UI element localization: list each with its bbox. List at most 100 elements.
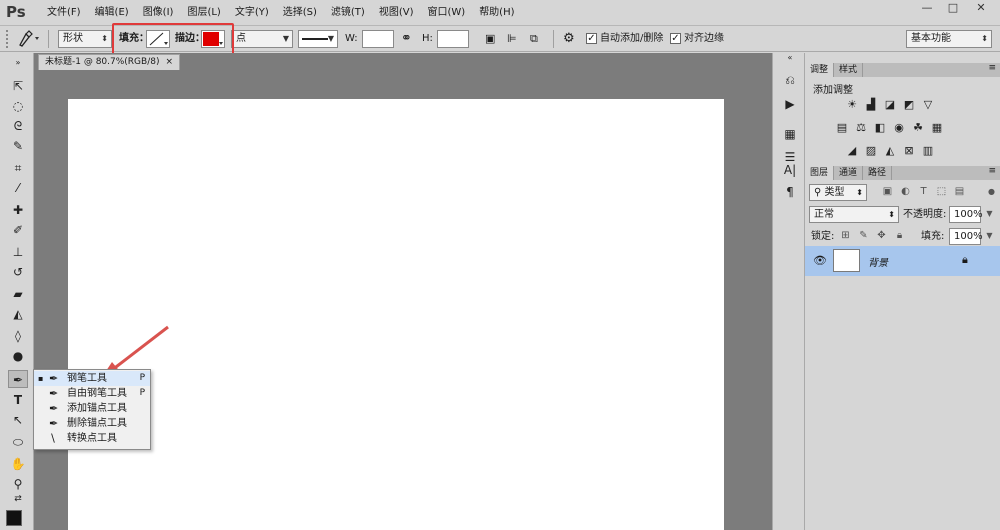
tab-paths[interactable]: 路径 [863,166,893,180]
eyedropper-tool-icon[interactable]: ⁄ [8,179,28,197]
filter-smart-object-icon[interactable]: ▤ [953,185,966,199]
mode-select[interactable]: 形状 ⬍ [58,30,112,48]
layer-filter-select[interactable]: ⚲ 类型 ⬍ [809,184,867,201]
hand-tool-icon[interactable]: ✋ [8,455,28,473]
photo-filter-icon[interactable]: ◉ [892,121,906,135]
collapse-icon[interactable]: » [8,59,28,67]
marquee-tool-icon[interactable]: ◌ [8,97,28,115]
menu-view[interactable]: 视图(V) [372,0,421,26]
panel-menu-icon[interactable]: ≡ [988,63,996,73]
width-input[interactable] [362,30,394,48]
black-white-icon[interactable]: ◧ [873,121,887,135]
paragraph-panel-icon[interactable]: ¶ [781,183,799,201]
filter-pixel-icon[interactable]: ▣ [881,185,894,199]
menu-file[interactable]: 文件(F) [40,0,88,26]
levels-icon[interactable]: ▟ [864,98,878,112]
filter-type-icon[interactable]: T [917,185,930,199]
dropdown-arrow-icon[interactable]: ▼ [983,207,996,221]
filter-toggle-icon[interactable]: ● [985,185,998,199]
actions-panel-icon[interactable]: ▶ [781,95,799,113]
menu-help[interactable]: 帮助(H) [472,0,521,26]
flyout-item-convert-point-tool[interactable]: ∖ 转换点工具 [34,431,150,446]
move-tool-icon[interactable]: ⇱ [8,77,28,95]
lock-transparent-icon[interactable]: ⊞ [839,229,852,243]
tab-styles[interactable]: 样式 [834,63,864,77]
align-edges-checkbox[interactable]: ✓ [670,33,681,44]
stroke-type-select[interactable]: ▼ [298,30,338,48]
shape-tool-icon[interactable]: ⬭ [8,433,28,451]
history-brush-tool-icon[interactable]: ↺ [8,263,28,281]
fill-input[interactable]: 100% [949,228,983,245]
gradient-map-icon[interactable]: ▥ [921,144,935,158]
collapse-icon[interactable]: « [781,53,799,63]
exposure-icon[interactable]: ◩ [902,98,916,112]
type-tool-icon[interactable]: T [8,391,28,409]
pen-tool-icon[interactable]: ✒ [8,370,28,388]
close-tab-icon[interactable]: × [165,55,173,70]
swap-colors-icon[interactable]: ⇄ [8,493,28,505]
dropdown-arrow-icon[interactable]: ▼ [983,229,996,243]
lock-all-icon[interactable]: 🔒︎ [893,229,906,243]
clone-stamp-tool-icon[interactable]: ⊥ [8,243,28,261]
selective-color-icon[interactable]: ⊠ [902,144,916,158]
tab-adjustments[interactable]: 调整 [805,63,835,77]
lasso-tool-icon[interactable]: ᘓ [8,117,28,135]
swatches-panel-icon[interactable]: ▦ [781,125,799,143]
posterize-icon[interactable]: ▨ [864,144,878,158]
menu-window[interactable]: 窗口(W) [420,0,472,26]
brush-tool-icon[interactable]: ✐ [8,221,28,239]
menu-filter[interactable]: 滤镜(T) [324,0,372,26]
quick-select-tool-icon[interactable]: ✎ [8,137,28,155]
paint-bucket-tool-icon[interactable]: ◭ [8,305,28,323]
document-tab[interactable]: 未标题-1 @ 80.7%(RGB/8) × [38,54,181,70]
dodge-tool-icon[interactable]: ● [8,347,28,365]
brightness-icon[interactable]: ☀ [845,98,859,112]
canvas[interactable] [68,99,724,530]
minimize-button[interactable]: — [914,1,940,16]
color-lookup-icon[interactable]: ▦ [930,121,944,135]
tool-preset-picker[interactable] [16,30,42,48]
curves-icon[interactable]: ◪ [883,98,897,112]
flyout-item-pen-tool[interactable]: ▪ ✒ 钢笔工具 P [34,371,150,386]
invert-icon[interactable]: ◢ [845,144,859,158]
color-balance-icon[interactable]: ⚖ [854,121,868,135]
maximize-button[interactable]: □ [940,1,966,16]
close-button[interactable]: ✕ [966,1,996,16]
path-selection-tool-icon[interactable]: ↖ [8,411,28,429]
auto-add-delete-checkbox[interactable]: ✓ [586,33,597,44]
history-panel-icon[interactable]: ⎌ [781,71,799,89]
character-panel-icon[interactable]: A| [781,161,799,179]
blur-tool-icon[interactable]: ◊ [8,327,28,345]
panel-menu-icon[interactable]: ≡ [988,166,996,176]
link-icon[interactable]: ⚭ [401,30,412,48]
healing-brush-tool-icon[interactable]: ✚ [8,201,28,219]
flyout-item-delete-anchor-tool[interactable]: ✒ 删除锚点工具 [34,416,150,431]
menu-select[interactable]: 选择(S) [276,0,324,26]
crop-tool-icon[interactable]: ⌗ [8,159,28,177]
threshold-icon[interactable]: ◭ [883,144,897,158]
flyout-item-freeform-pen-tool[interactable]: ✒ 自由钢笔工具 P [34,386,150,401]
tab-layers[interactable]: 图层 [805,166,835,180]
lock-position-icon[interactable]: ✥ [875,229,888,243]
flyout-item-add-anchor-tool[interactable]: ✒ 添加锚点工具 [34,401,150,416]
menu-type[interactable]: 文字(Y) [228,0,276,26]
height-input[interactable] [437,30,469,48]
lock-pixels-icon[interactable]: ✎ [857,229,870,243]
path-arrangement-icon[interactable]: ⧉ [530,30,538,48]
opacity-input[interactable]: 100% [949,206,983,223]
stroke-width-select[interactable]: 点 ▼ [231,30,293,48]
eraser-tool-icon[interactable]: ▰ [8,285,28,303]
filter-shape-icon[interactable]: ⬚ [935,185,948,199]
tab-channels[interactable]: 通道 [834,166,864,180]
workspace-select[interactable]: 基本功能 ⬍ [906,30,992,48]
eye-icon[interactable]: 👁︎ [813,254,827,267]
path-alignment-icon[interactable]: ⊫ [507,30,517,48]
channel-mixer-icon[interactable]: ☘ [911,121,925,135]
hue-saturation-icon[interactable]: ▤ [835,121,849,135]
filter-adjustment-icon[interactable]: ◐ [899,185,912,199]
path-operations-icon[interactable]: ▣ [485,30,495,48]
zoom-tool-icon[interactable]: ⚲ [8,475,28,493]
layer-row-background[interactable]: 👁︎ 背景 🔒︎ [805,246,1000,276]
gear-icon[interactable]: ⚙ [563,30,575,48]
foreground-color-swatch[interactable] [6,510,22,526]
